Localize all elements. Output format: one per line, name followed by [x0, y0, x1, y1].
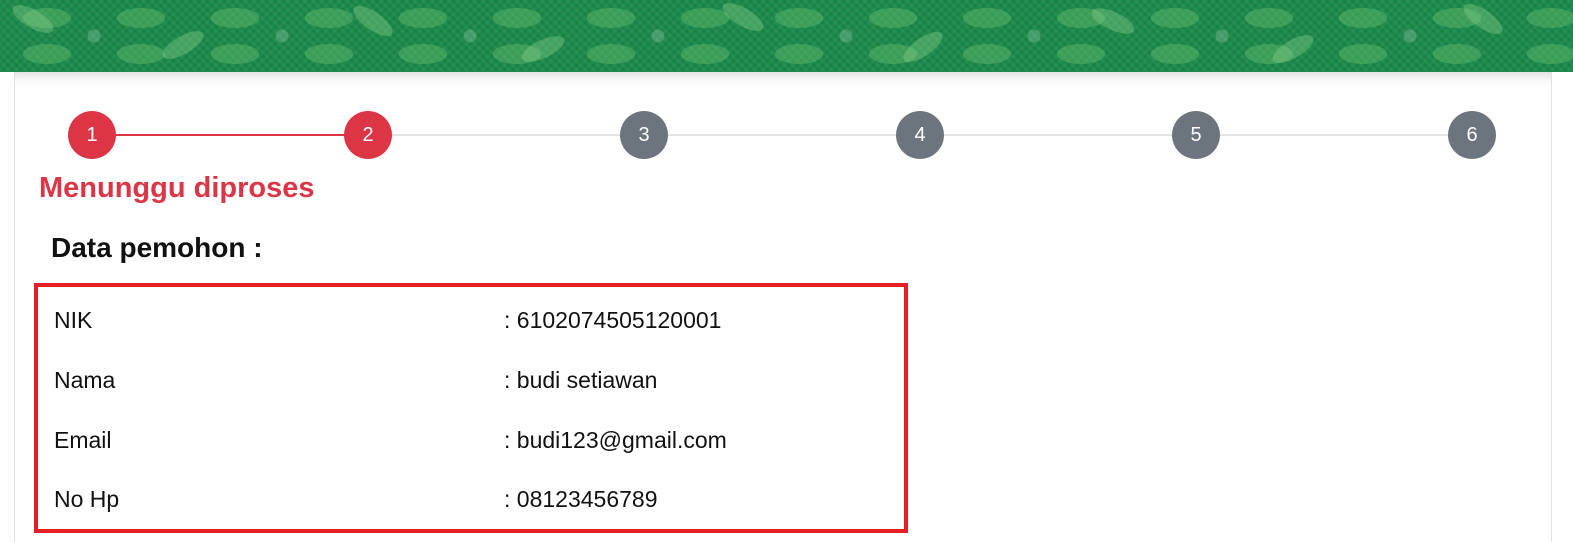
field-value: budi setiawan	[504, 367, 658, 394]
field-row-no-hp: No Hp 08123456789	[54, 486, 894, 516]
field-value: 08123456789	[504, 486, 658, 513]
field-value: budi123@gmail.com	[504, 427, 727, 454]
field-label: No Hp	[54, 486, 120, 512]
step-1[interactable]: 1	[68, 111, 116, 159]
status-title: Menunggu diproses	[39, 172, 315, 204]
step-3[interactable]: 3	[620, 111, 668, 159]
step-5[interactable]: 5	[1172, 111, 1220, 159]
applicant-data-box: NIK 6102074505120001 Nama budi setiawan …	[34, 283, 908, 533]
field-label: Email	[54, 427, 112, 453]
step-connector-done	[92, 134, 368, 136]
header-banner	[0, 0, 1573, 72]
step-4[interactable]: 4	[896, 111, 944, 159]
field-row-nik: NIK 6102074505120001	[54, 307, 894, 337]
field-value: 6102074505120001	[504, 307, 722, 334]
section-title: Data pemohon :	[51, 232, 263, 263]
field-row-nama: Nama budi setiawan	[54, 367, 894, 397]
progress-stepper: 1 2 3 4 5 6	[0, 110, 1573, 160]
field-row-email: Email budi123@gmail.com	[54, 427, 894, 457]
field-label: Nama	[54, 367, 116, 393]
step-6[interactable]: 6	[1448, 111, 1496, 159]
step-2[interactable]: 2	[344, 111, 392, 159]
field-label: NIK	[54, 307, 93, 333]
